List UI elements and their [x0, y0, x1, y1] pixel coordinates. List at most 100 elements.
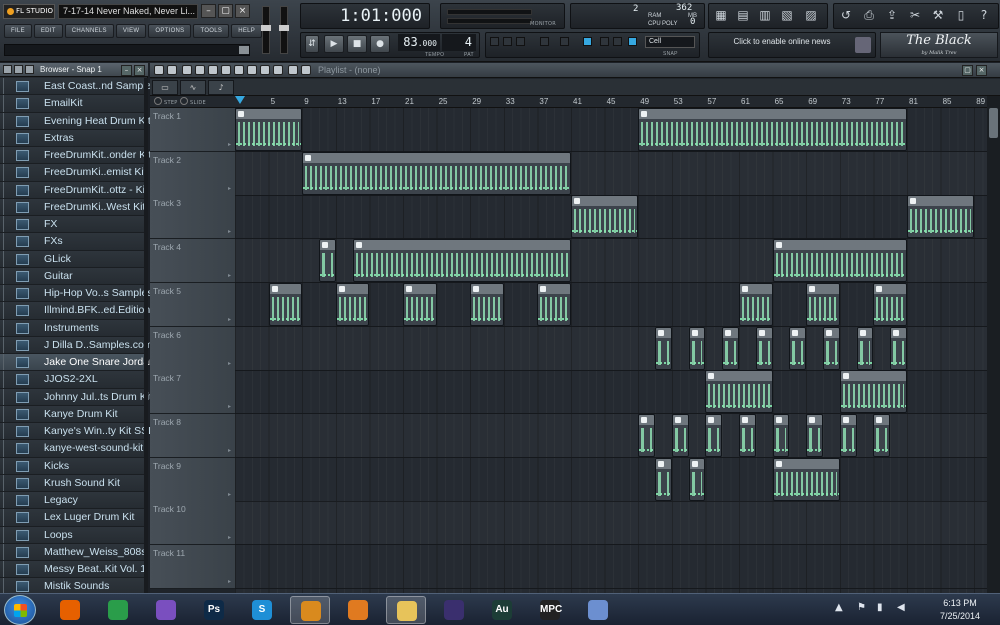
menu-channels[interactable]: CHANNELS: [64, 24, 114, 38]
browser-shortcut-icon[interactable]: ▨: [804, 8, 818, 22]
browser-folder[interactable]: Instruments: [0, 319, 148, 337]
magnet-icon[interactable]: [167, 65, 177, 75]
zoom-tool-icon[interactable]: [260, 65, 270, 75]
mpc-taskbar-button[interactable]: MPC: [530, 596, 570, 624]
pattern-clip[interactable]: [688, 326, 706, 370]
pattern-clip[interactable]: [873, 413, 891, 457]
track-header[interactable]: Track 5 ▸: [150, 282, 235, 327]
pattern-clip[interactable]: [739, 413, 756, 457]
pattern-clip[interactable]: [655, 457, 672, 501]
document-icon[interactable]: ▯: [954, 8, 968, 22]
track-expand-icon[interactable]: ▸: [228, 141, 231, 148]
render-icon[interactable]: ⇪: [885, 8, 899, 22]
pattern-clip[interactable]: [470, 282, 504, 326]
browser-folder[interactable]: Illmind.BFK..ed.Edition: [0, 302, 150, 320]
wait-input-toggle[interactable]: [503, 37, 512, 46]
pattern-clip[interactable]: [235, 108, 303, 151]
pattern-clip[interactable]: [789, 326, 807, 370]
volume-icon[interactable]: ◀: [897, 602, 905, 613]
master-volume-slider[interactable]: [261, 6, 271, 54]
browser-menu-icon[interactable]: [3, 65, 12, 74]
browser-collapse-icon[interactable]: [14, 65, 23, 74]
network-icon[interactable]: ▮: [877, 602, 883, 613]
track-header[interactable]: Track 1 ▸: [150, 108, 235, 152]
browser-folder[interactable]: J Dilla D..Samples.com: [0, 336, 153, 354]
cut-icon[interactable]: ✂: [908, 8, 922, 22]
loop-record-toggle[interactable]: [600, 37, 609, 46]
select-tool-icon[interactable]: [247, 65, 257, 75]
track-header[interactable]: Track 2 ▸: [150, 151, 235, 196]
master-pitch-slider[interactable]: [4, 44, 250, 56]
fl-studio-taskbar-button[interactable]: [290, 596, 330, 624]
delete-tool-icon[interactable]: [208, 65, 218, 75]
browser-folder[interactable]: Lex Luger Drum Kit: [0, 509, 148, 527]
pattern-clip[interactable]: [806, 282, 840, 326]
track-expand-icon[interactable]: ▸: [228, 272, 231, 279]
pattern-clip[interactable]: [856, 326, 874, 370]
playlist-grid[interactable]: [235, 108, 987, 593]
media-player-taskbar-button[interactable]: [338, 596, 378, 624]
track-expand-icon[interactable]: ▸: [228, 185, 231, 192]
pattern-clip[interactable]: [772, 457, 840, 501]
song-position-display[interactable]: 1:01:000: [300, 5, 428, 27]
clock-date[interactable]: 7/25/2014: [930, 611, 990, 621]
playlist-menu-icon[interactable]: [154, 65, 164, 75]
browser-folder[interactable]: Kanye's Win..ty Kit SSL: [0, 423, 154, 441]
pattern-clip[interactable]: [571, 195, 639, 239]
browser-folder[interactable]: FX: [0, 216, 148, 234]
firefox-taskbar-button[interactable]: [50, 596, 90, 624]
audition-taskbar-button[interactable]: Au: [482, 596, 522, 624]
pattern-clip[interactable]: [537, 282, 571, 326]
pattern-clip[interactable]: [352, 239, 571, 283]
track-lane[interactable]: [235, 327, 987, 371]
browser-folder[interactable]: Jake One Snare Jordan: [0, 354, 155, 372]
save-icon[interactable]: ⎙: [862, 8, 876, 22]
timeline-ruler[interactable]: 5 9 13 17 21 25 29 33 37 41 45 49 53 57 61 65 69 73 77 81 85…: [235, 96, 987, 108]
pattern-clip[interactable]: [839, 413, 857, 457]
browser-folder[interactable]: Extras: [0, 129, 148, 147]
step-option[interactable]: STEP: [154, 97, 178, 108]
browser-folder[interactable]: Loops: [0, 526, 148, 544]
pattern-clip[interactable]: [655, 326, 672, 370]
photoshop-taskbar-button[interactable]: Ps: [194, 596, 234, 624]
browser-close-button[interactable]: ×: [134, 65, 145, 76]
slide-option[interactable]: SLIDE: [180, 97, 206, 108]
browser-folder[interactable]: GLick: [0, 250, 148, 268]
arrow-left-icon[interactable]: [288, 65, 298, 75]
menu-edit[interactable]: EDIT: [33, 24, 63, 38]
news-action-icon[interactable]: [855, 37, 871, 53]
skype-taskbar-button[interactable]: S: [242, 596, 282, 624]
recording-filter-toggle[interactable]: [613, 37, 622, 46]
flag-icon[interactable]: ⚑: [857, 602, 866, 613]
pattern-clip[interactable]: [638, 413, 655, 457]
track-header[interactable]: Track 9 ▸: [150, 457, 235, 502]
playlist-scroll-thumb[interactable]: [989, 108, 998, 138]
pattern-clip[interactable]: [671, 413, 689, 457]
record-button[interactable]: ●: [370, 35, 390, 53]
browser-folder[interactable]: Kicks: [0, 457, 148, 475]
browser-folder[interactable]: Evening Heat Drum Kit: [0, 112, 151, 130]
browser-folder[interactable]: Matthew_Weiss_808s: [0, 543, 148, 561]
pattern-clip[interactable]: [907, 195, 975, 239]
browser-search-icon[interactable]: [25, 65, 34, 74]
pattern-clip[interactable]: [739, 282, 773, 326]
stop-button[interactable]: ■: [347, 35, 367, 53]
media-app-taskbar-button[interactable]: [146, 596, 186, 624]
track-expand-icon[interactable]: ▸: [228, 316, 231, 323]
pattern-clip[interactable]: [755, 326, 773, 370]
browser-folder[interactable]: Guitar: [0, 267, 148, 285]
playlist-maximize-button[interactable]: ▢: [962, 65, 973, 76]
wrench-icon[interactable]: ⚒: [931, 8, 945, 22]
metronome-toggle[interactable]: [490, 37, 499, 46]
automation-view-tab[interactable]: ∿: [180, 80, 206, 95]
track-header[interactable]: Track 11 ▸: [150, 545, 235, 589]
menu-help[interactable]: HELP: [231, 24, 263, 38]
menu-view[interactable]: VIEW: [115, 24, 147, 38]
play-button[interactable]: ▶: [324, 35, 344, 53]
track-header[interactable]: Track 4 ▸: [150, 239, 235, 284]
track-lane[interactable]: [235, 545, 987, 589]
menu-file[interactable]: FILE: [4, 24, 32, 38]
track-expand-icon[interactable]: ▸: [228, 491, 231, 498]
menu-options[interactable]: OPTIONS: [148, 24, 192, 38]
slice-tool-icon[interactable]: [234, 65, 244, 75]
